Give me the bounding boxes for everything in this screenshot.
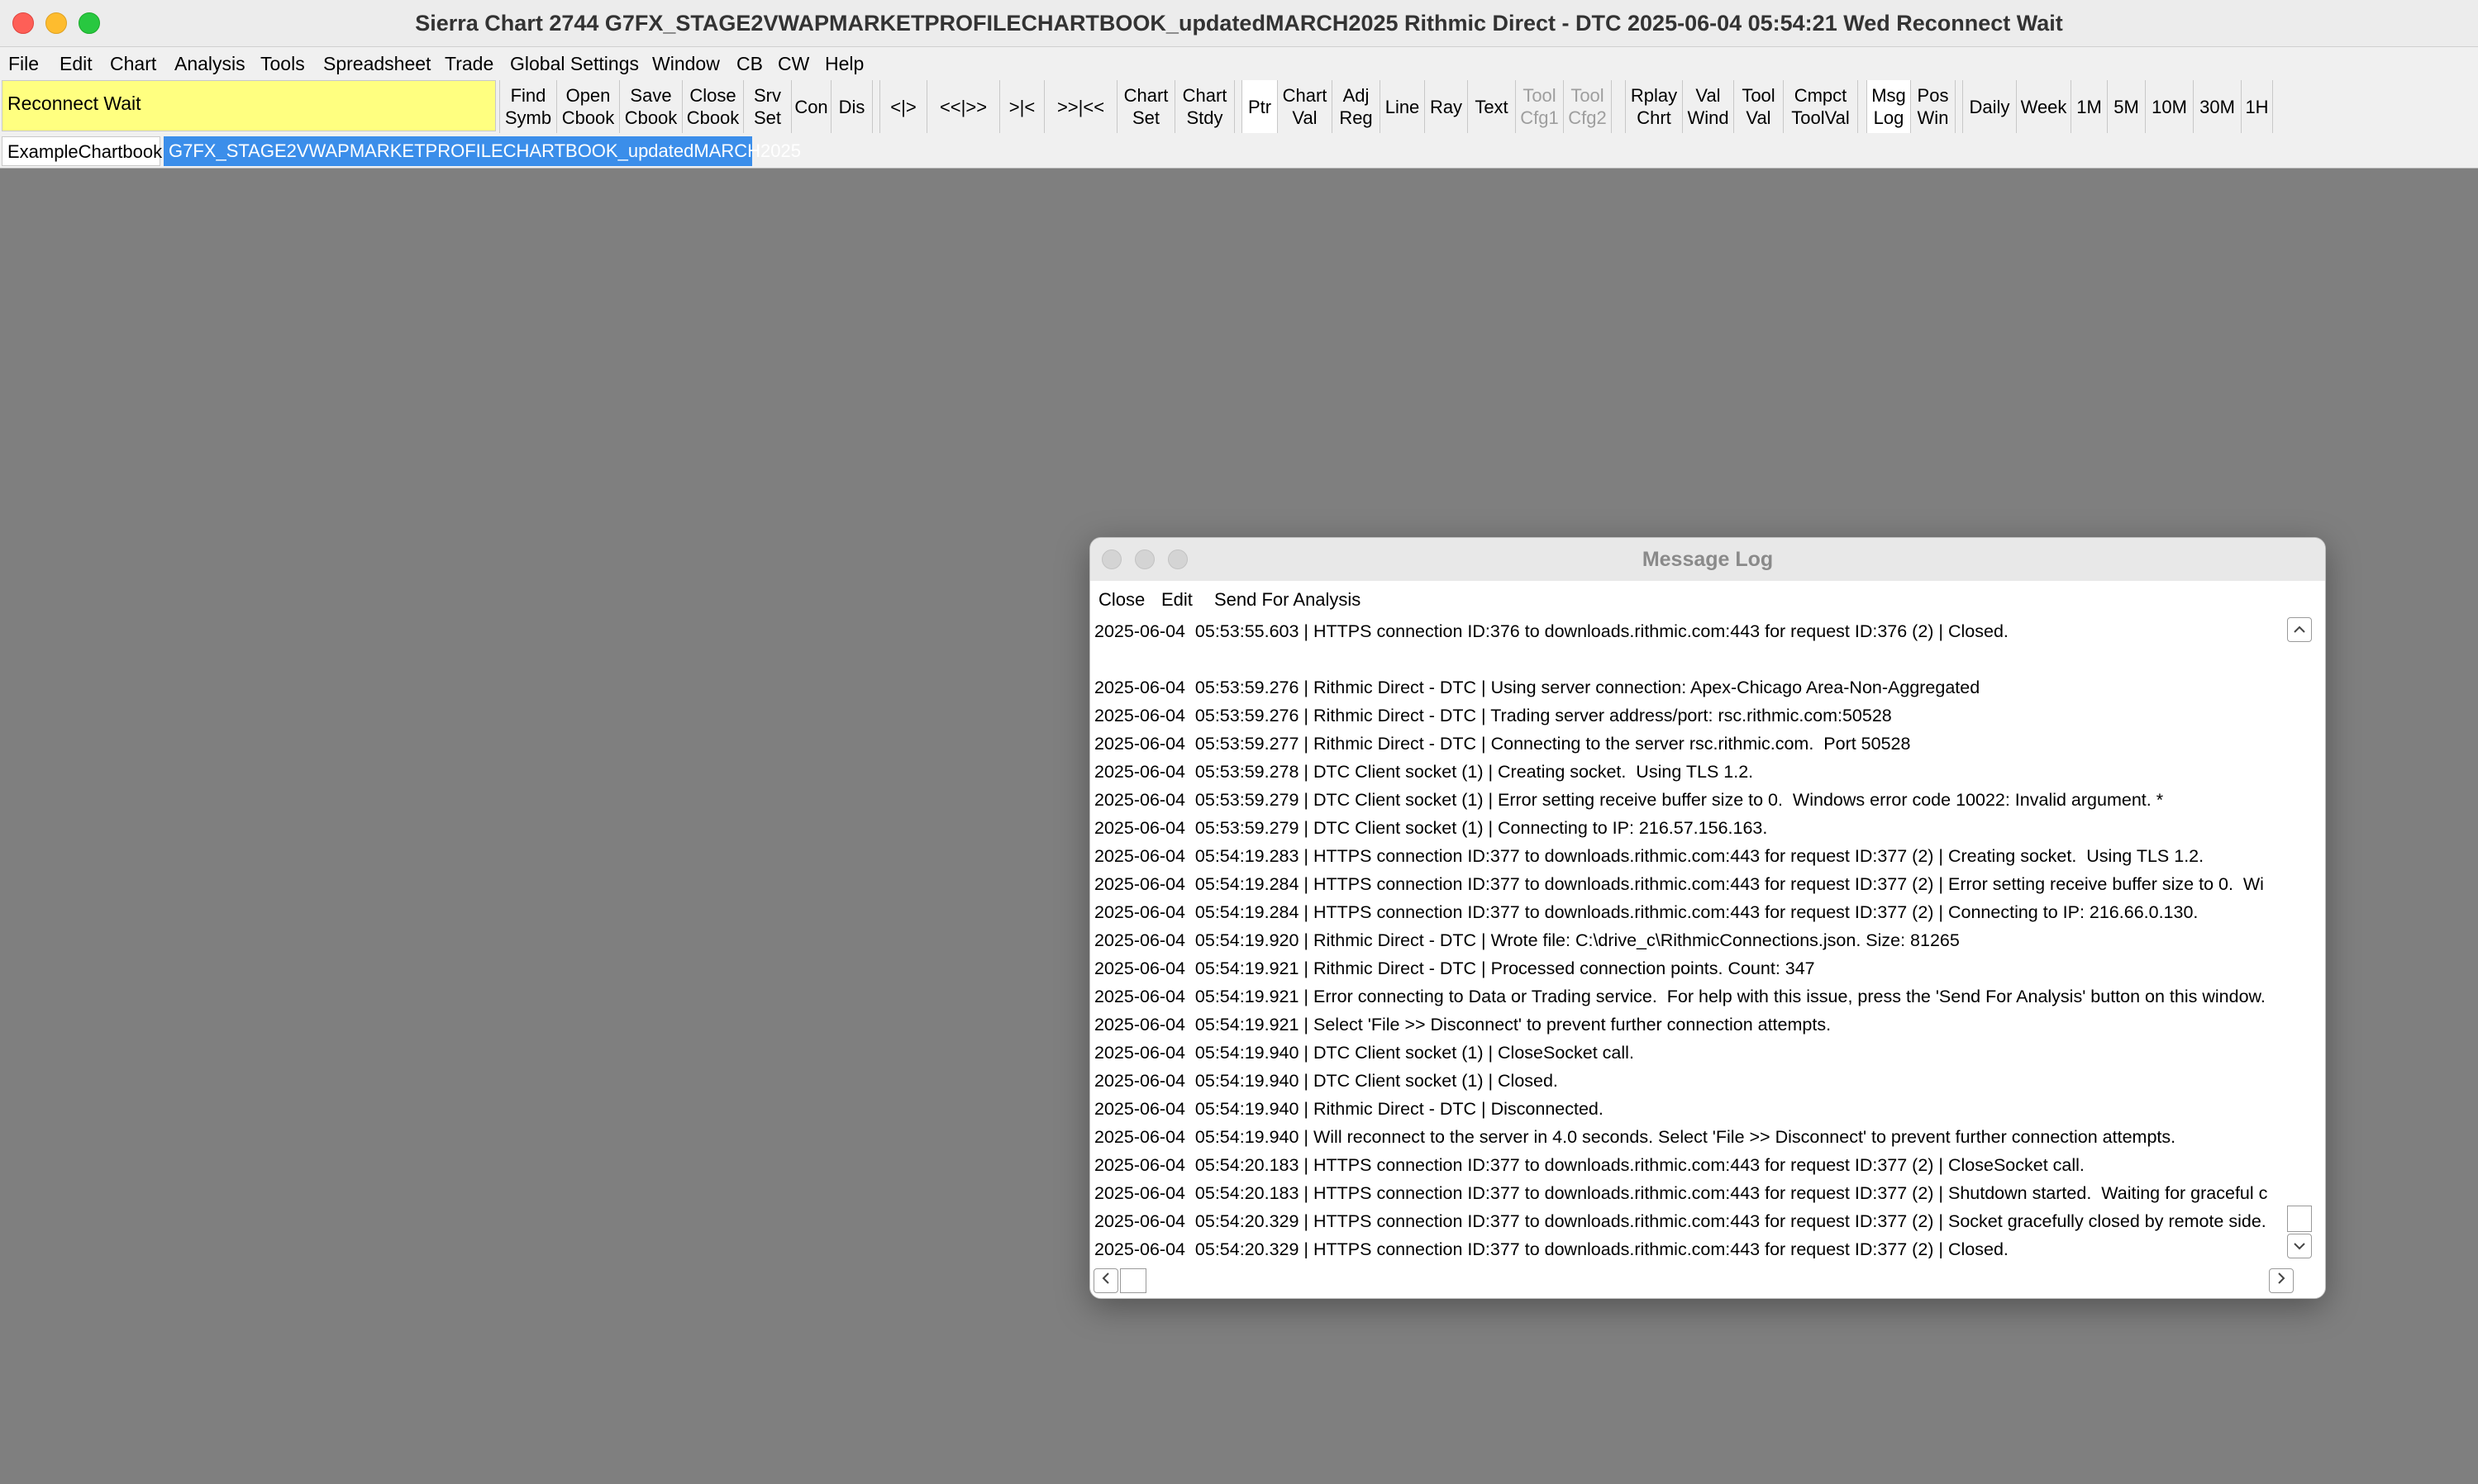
menu-global-settings[interactable]: Global Settings: [510, 50, 639, 77]
message-log-text-area[interactable]: 2025-06-04 05:53:55.603 | HTTPS connecti…: [1094, 617, 2306, 1258]
expand-bars-button[interactable]: <<|>>: [927, 80, 1000, 133]
menu-chart[interactable]: Chart: [110, 50, 156, 77]
menu-edit[interactable]: Edit: [60, 50, 93, 77]
menu-cb[interactable]: CB: [736, 50, 763, 77]
log-line: 2025-06-04 05:54:19.920 | Rithmic Direct…: [1094, 930, 1960, 950]
log-line: 2025-06-04 05:53:55.603 | HTTPS connecti…: [1094, 621, 2009, 641]
message-log-title: Message Log: [1642, 548, 1774, 571]
log-line: 2025-06-04 05:53:59.277 | Rithmic Direct…: [1094, 734, 1911, 754]
pointer-tool-button[interactable]: Ptr: [1241, 80, 1278, 133]
menu-help[interactable]: Help: [825, 50, 864, 77]
menu-trade[interactable]: Trade: [445, 50, 493, 77]
disconnect-button[interactable]: Dis: [832, 80, 873, 133]
compact-tool-values-button[interactable]: Cmpct ToolVal: [1784, 80, 1858, 133]
menu-tools[interactable]: Tools: [260, 50, 305, 77]
tool-config-2-button[interactable]: Tool Cfg2: [1564, 80, 1612, 133]
log-line: 2025-06-04 05:54:20.183 | HTTPS connecti…: [1094, 1155, 2085, 1175]
log-line: 2025-06-04 05:53:59.278 | DTC Client soc…: [1094, 762, 1754, 782]
log-line: 2025-06-04 05:53:59.279 | DTC Client soc…: [1094, 818, 1768, 838]
menu-cw[interactable]: CW: [778, 50, 809, 77]
tool-config-1-button[interactable]: Tool Cfg1: [1516, 80, 1564, 133]
find-symbol-button[interactable]: Find Symb: [499, 80, 557, 133]
ray-tool-button[interactable]: Ray: [1425, 80, 1468, 133]
message-log-window: Message Log Close Edit Send For Analysis…: [1089, 537, 2326, 1299]
chartbook-tab-bar: ExampleChartbook G7FX_STAGE2VWAPMARKETPR…: [0, 135, 2478, 169]
line-tool-button[interactable]: Line: [1380, 80, 1425, 133]
menu-spreadsheet[interactable]: Spreadsheet: [323, 50, 431, 77]
log-line: 2025-06-04 05:54:20.183 | HTTPS connecti…: [1094, 1183, 2268, 1203]
log-line: 2025-06-04 05:54:19.921 | Rithmic Direct…: [1094, 958, 1815, 978]
timeframe-30m-button[interactable]: 30M: [2194, 80, 2242, 133]
tool-values-button[interactable]: Tool Val: [1734, 80, 1784, 133]
timeframe-1m-button[interactable]: 1M: [2071, 80, 2108, 133]
scroll-right-arrow[interactable]: [2269, 1268, 2294, 1293]
timeframe-daily-button[interactable]: Daily: [1962, 80, 2017, 133]
message-log-edit-menu[interactable]: Edit: [1161, 587, 1193, 612]
log-line: 2025-06-04 05:54:19.940 | DTC Client soc…: [1094, 1043, 1634, 1063]
chart-values-button[interactable]: Chart Val: [1278, 80, 1332, 133]
chevron-up-icon: [2294, 625, 2305, 633]
chart-studies-button[interactable]: Chart Stdy: [1175, 80, 1235, 133]
timeframe-1h-button[interactable]: 1H: [2242, 80, 2273, 133]
scroll-up-arrow[interactable]: [2287, 617, 2312, 642]
menu-window[interactable]: Window: [652, 50, 720, 77]
positions-window-button[interactable]: Pos Win: [1911, 80, 1956, 133]
connect-button[interactable]: Con: [792, 80, 832, 133]
server-settings-button[interactable]: Srv Set: [744, 80, 792, 133]
vertical-scrollbar[interactable]: [2287, 617, 2314, 1277]
log-line: 2025-06-04 05:54:19.921 | Select 'File >…: [1094, 1015, 1832, 1035]
text-tool-button[interactable]: Text: [1468, 80, 1516, 133]
log-line: 2025-06-04 05:54:20.329 | HTTPS connecti…: [1094, 1211, 2266, 1231]
log-line: 2025-06-04 05:53:59.279 | DTC Client soc…: [1094, 790, 2164, 810]
log-line: 2025-06-04 05:54:19.940 | Rithmic Direct…: [1094, 1099, 1604, 1119]
timeframe-5m-button[interactable]: 5M: [2108, 80, 2146, 133]
replay-chart-button[interactable]: Rplay Chrt: [1625, 80, 1683, 133]
connection-status-box[interactable]: Reconnect Wait: [2, 80, 496, 131]
compress-bars-button[interactable]: >>|<<: [1045, 80, 1117, 133]
timeframe-10m-button[interactable]: 10M: [2146, 80, 2194, 133]
tab-example-chartbook[interactable]: ExampleChartbook: [2, 136, 162, 166]
message-log-close-menu[interactable]: Close: [1098, 587, 1145, 612]
tab-g7fx-chartbook[interactable]: G7FX_STAGE2VWAPMARKETPROFILECHARTBOOK_up…: [164, 136, 801, 166]
scroll-down-arrow[interactable]: [2287, 1234, 2312, 1258]
log-line: 2025-06-04 05:53:59.276 | Rithmic Direct…: [1094, 706, 1892, 725]
adjust-region-button[interactable]: Adj Reg: [1332, 80, 1380, 133]
title-bar: Sierra Chart 2744 G7FX_STAGE2VWAPMARKETP…: [0, 0, 2478, 47]
log-line: 2025-06-04 05:53:59.276 | Rithmic Direct…: [1094, 678, 1980, 697]
log-line: 2025-06-04 05:54:19.940 | Will reconnect…: [1094, 1127, 2176, 1147]
chevron-left-icon: [1102, 1272, 1109, 1284]
menu-analysis[interactable]: Analysis: [174, 50, 245, 77]
save-chartbook-button[interactable]: Save Cbook: [620, 80, 683, 133]
chevron-right-icon: [2278, 1272, 2285, 1284]
vertical-scroll-thumb[interactable]: [2287, 1206, 2312, 1232]
chart-settings-button[interactable]: Chart Set: [1117, 80, 1175, 133]
message-log-title-bar: Message Log: [1090, 538, 2325, 582]
scroll-left-arrow[interactable]: [1094, 1268, 1118, 1293]
horizontal-scrollbar[interactable]: [1090, 1262, 2325, 1298]
toolbar: Reconnect Wait Find Symb Open Cbook Save Cb…: [0, 80, 2478, 135]
close-chartbook-button[interactable]: Close Cbook: [683, 80, 744, 133]
compress-bar-button[interactable]: >|<: [1000, 80, 1045, 133]
menu-file[interactable]: File: [8, 50, 39, 77]
chevron-down-icon: [2294, 1243, 2305, 1250]
log-line: 2025-06-04 05:54:19.921 | Error connecti…: [1094, 987, 2266, 1006]
log-line: 2025-06-04 05:54:20.329 | HTTPS connecti…: [1094, 1239, 2009, 1258]
scroll-center-button[interactable]: <|>: [879, 80, 927, 133]
send-for-analysis-menu[interactable]: Send For Analysis: [1214, 587, 1361, 612]
horizontal-scroll-thumb[interactable]: [1120, 1268, 1146, 1293]
timeframe-week-button[interactable]: Week: [2017, 80, 2071, 133]
log-line: 2025-06-04 05:54:19.284 | HTTPS connecti…: [1094, 874, 2264, 894]
open-chartbook-button[interactable]: Open Cbook: [557, 80, 620, 133]
log-line: 2025-06-04 05:54:19.283 | HTTPS connecti…: [1094, 846, 2204, 866]
log-line: 2025-06-04 05:54:19.940 | DTC Client soc…: [1094, 1071, 1558, 1091]
window-title: Sierra Chart 2744 G7FX_STAGE2VWAPMARKETP…: [415, 11, 2063, 36]
menu-bar: File Edit Chart Analysis Tools Spreadshe…: [0, 47, 2478, 80]
message-log-menu-bar: Close Edit Send For Analysis: [1090, 581, 2325, 617]
log-line: 2025-06-04 05:54:19.284 | HTTPS connecti…: [1094, 902, 2199, 922]
values-window-button[interactable]: Val Wind: [1683, 80, 1734, 133]
message-log-button[interactable]: Msg Log: [1866, 80, 1911, 133]
